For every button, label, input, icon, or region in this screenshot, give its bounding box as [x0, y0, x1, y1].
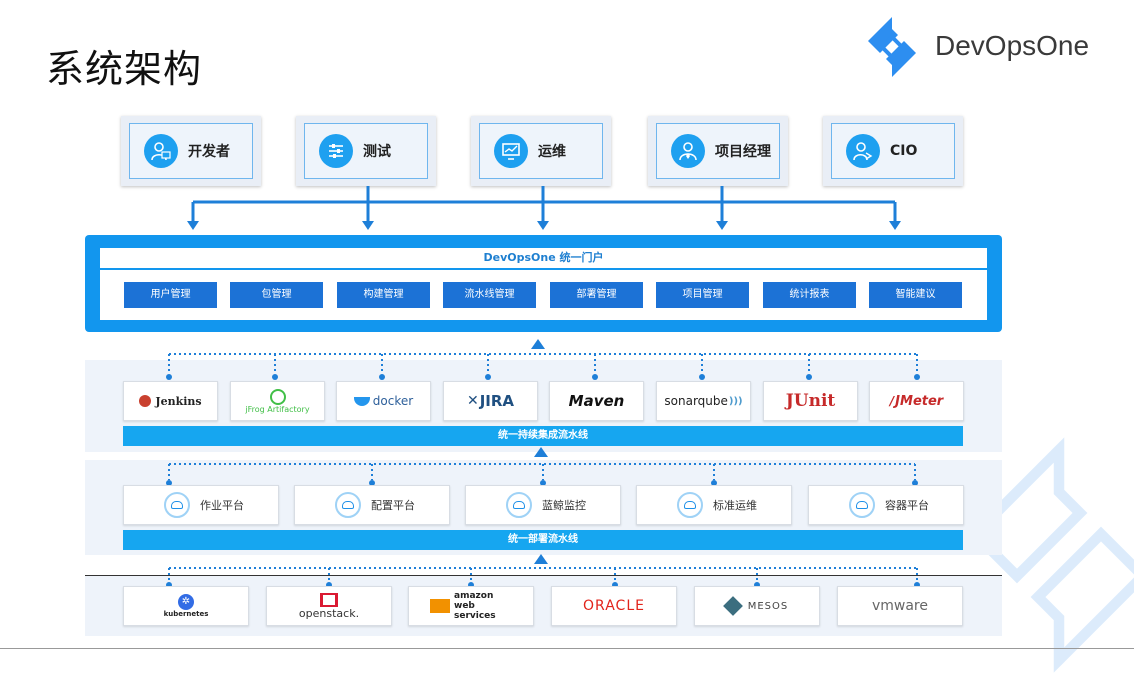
platform-container: 容器平台 — [808, 485, 964, 525]
up-arrow-icon — [531, 339, 545, 349]
module-pipeline-management[interactable]: 流水线管理 — [443, 282, 536, 308]
up-arrow-icon — [534, 447, 548, 457]
infra-mesos: MESOS — [694, 586, 820, 626]
role-card-manager: 项目经理 — [648, 116, 788, 186]
manager-icon — [671, 134, 705, 168]
jfrog-logo-icon — [269, 388, 286, 405]
platform-config: 配置平台 — [294, 485, 450, 525]
tool-junit: JUnit — [763, 381, 858, 421]
sonarqube-wave-icon: ))) — [728, 395, 743, 407]
module-package-management[interactable]: 包管理 — [230, 282, 323, 308]
cd-connector — [166, 463, 918, 486]
roles-connector — [187, 186, 901, 230]
infra-aws: amazon web services — [408, 586, 534, 626]
tool-jira: ✕ JIRA — [443, 381, 538, 421]
role-card-test: 测试 — [296, 116, 436, 186]
cio-icon — [846, 134, 880, 168]
tool-jmeter: / JMeter — [869, 381, 964, 421]
page-title: 系统架构 — [46, 47, 203, 91]
module-statistics-report[interactable]: 统计报表 — [763, 282, 856, 308]
role-card-developer: 开发者 — [121, 116, 261, 186]
aws-boxes-icon — [430, 599, 450, 613]
role-label: 测试 — [363, 144, 391, 160]
portal-title: DevOpsOne 统一门户 — [100, 248, 987, 268]
cloud-icon — [506, 492, 532, 518]
mesos-cube-icon — [722, 596, 743, 616]
tool-jenkins: Jenkins — [123, 381, 218, 421]
developer-icon — [144, 134, 178, 168]
kubernetes-helm-icon: ✲ — [178, 594, 194, 610]
role-label: 开发者 — [188, 144, 230, 160]
ci-pipeline-bar: 统一持续集成流水线 — [123, 426, 963, 446]
test-settings-icon — [319, 134, 353, 168]
openstack-logo-icon — [320, 592, 338, 607]
cloud-icon — [849, 492, 875, 518]
cloud-icon — [335, 492, 361, 518]
platform-job: 作业平台 — [123, 485, 279, 525]
jenkins-logo-icon — [139, 395, 152, 407]
module-project-management[interactable]: 项目管理 — [656, 282, 749, 308]
devopsone-logo-icon — [868, 17, 916, 77]
tool-maven: Maven — [549, 381, 644, 421]
role-card-cio: CIO — [823, 116, 963, 186]
infra-oracle: ORACLE — [551, 586, 677, 626]
infra-openstack: openstack. — [266, 586, 392, 626]
ops-monitor-icon — [494, 134, 528, 168]
platform-monitor: 蓝鲸监控 — [465, 485, 621, 525]
cloud-icon — [164, 492, 190, 518]
role-card-ops: 运维 — [471, 116, 611, 186]
role-label: 运维 — [538, 144, 566, 160]
module-smart-suggestion[interactable]: 智能建议 — [869, 282, 962, 308]
ci-connector — [166, 353, 920, 380]
infra-vmware: vmware — [837, 586, 963, 626]
platform-standard-ops: 标准运维 — [636, 485, 792, 525]
cd-pipeline-bar: 统一部署流水线 — [123, 530, 963, 550]
module-user-management[interactable]: 用户管理 — [124, 282, 217, 308]
role-label: CIO — [890, 143, 918, 159]
tool-docker: docker — [336, 381, 431, 421]
brand-name: DevOpsOne — [935, 30, 1090, 61]
module-build-management[interactable]: 构建管理 — [337, 282, 430, 308]
jmeter-feather-icon: / — [889, 394, 895, 408]
cloud-icon — [677, 492, 703, 518]
tool-jfrog-artifactory: jFrog Artifactory — [230, 381, 325, 421]
module-deploy-management[interactable]: 部署管理 — [550, 282, 643, 308]
docker-whale-icon — [353, 396, 370, 406]
tool-sonarqube: sonarqube ))) — [656, 381, 751, 421]
bottom-divider — [0, 648, 1134, 649]
infra-kubernetes: ✲ kubernetes — [123, 586, 249, 626]
jira-logo-icon: ✕ — [466, 393, 479, 409]
role-label: 项目经理 — [715, 144, 771, 160]
